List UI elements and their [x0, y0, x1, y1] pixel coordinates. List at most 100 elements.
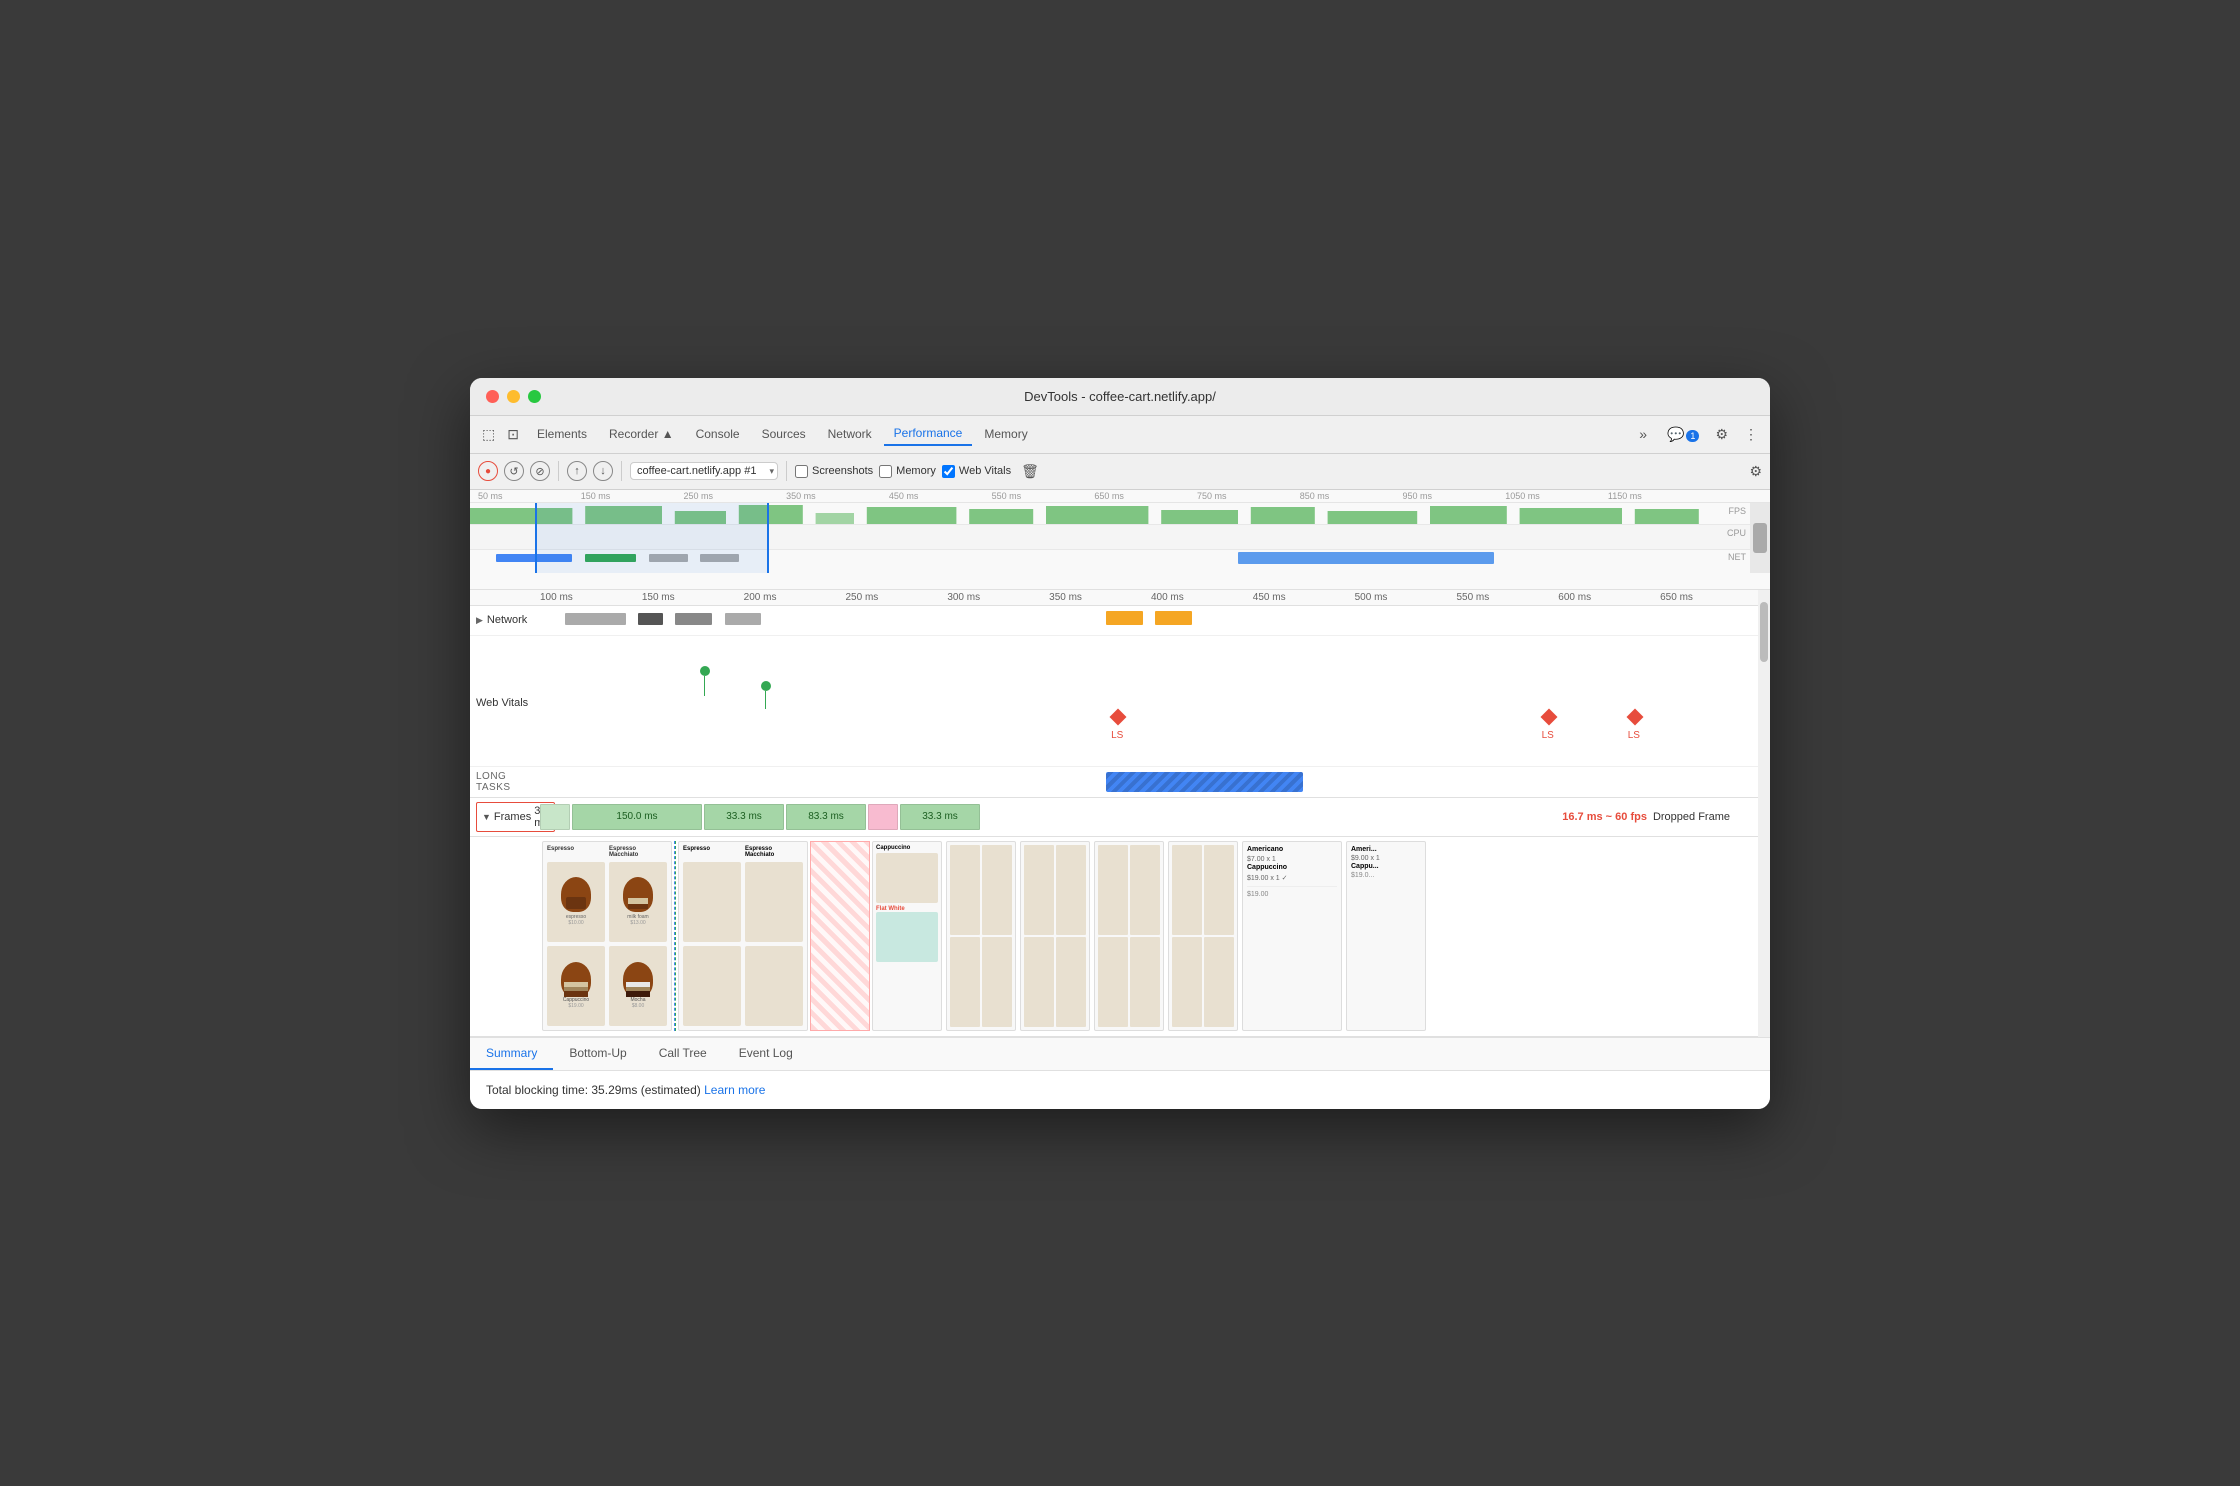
overview-tracks[interactable]: FPS CPU [470, 503, 1770, 573]
device-icon[interactable]: ⊡ [503, 422, 523, 447]
web-vitals-label: Web Vitals [959, 465, 1011, 477]
tab-performance[interactable]: Performance [884, 422, 973, 446]
network-track-content[interactable] [540, 605, 1770, 635]
frames-text: Frames [494, 811, 531, 823]
screenshot-cart2: Ameri... $9.00 x 1 Cappu... $19.0... [1346, 841, 1426, 1031]
frame-seg-3: 33.3 ms [704, 804, 784, 830]
tab-network[interactable]: Network [818, 423, 882, 445]
bottom-tabs: Summary Bottom-Up Call Tree Event Log [470, 1038, 1770, 1071]
long-tasks-content [540, 768, 1770, 796]
close-button[interactable] [486, 390, 499, 403]
tab-console[interactable]: Console [686, 423, 750, 445]
inspect-icon[interactable]: ⬚ [478, 422, 499, 447]
net-detail-bar-6 [1155, 611, 1192, 625]
screenshot-6 [1094, 841, 1164, 1031]
overview-section: 50 ms 150 ms 250 ms 350 ms 450 ms 550 ms… [470, 490, 1770, 590]
web-vitals-checkbox-label[interactable]: Web Vitals [942, 465, 1011, 478]
more-options-icon[interactable]: ⋮ [1740, 422, 1762, 447]
memory-checkbox-label[interactable]: Memory [879, 465, 936, 478]
divider [558, 461, 559, 481]
frames-arrow-icon: ▼ [482, 812, 491, 822]
overview-time-ruler: 50 ms 150 ms 250 ms 350 ms 450 ms 550 ms… [470, 490, 1770, 503]
profile-select-wrap: coffee-cart.netlify.app #1 ▾ [630, 462, 778, 480]
minimize-button[interactable] [507, 390, 520, 403]
marker-dot-2 [761, 681, 771, 709]
ss1-items2: Cappuccino $19.00 Mocha $8.00 [547, 946, 667, 1026]
tab-elements[interactable]: Elements [527, 423, 597, 445]
network-arrow-icon: ▶ [476, 615, 483, 626]
tab-sources[interactable]: Sources [752, 423, 816, 445]
screenshots-track-label [470, 837, 540, 1036]
screenshots-track-content[interactable]: Espresso Espresso Macchiato espresso $10… [540, 837, 1770, 1036]
screenshot-divider-1 [674, 841, 676, 1031]
tabs-list: Elements Recorder ▲ Console Sources Netw… [527, 422, 1631, 446]
tabs-bar: ⬚ ⊡ Elements Recorder ▲ Console Sources … [470, 416, 1770, 454]
dropped-label-text: Dropped Frame [1653, 811, 1730, 823]
chat-badge: 1 [1686, 430, 1699, 442]
tab-bottom-up[interactable]: Bottom-Up [553, 1038, 642, 1070]
net-detail-bar-4 [725, 613, 762, 625]
scrollbar-thumb [1753, 523, 1767, 553]
net-bar-5 [1238, 552, 1494, 564]
tab-event-log[interactable]: Event Log [723, 1038, 809, 1070]
ls-marker-2: LS [1543, 711, 1555, 743]
trash-icon[interactable]: 🗑 [1021, 463, 1039, 480]
ls-marker-3: LS [1629, 711, 1641, 743]
selection-overlay[interactable] [535, 503, 769, 573]
screenshots-checkbox-label[interactable]: Screenshots [795, 465, 873, 478]
tab-summary[interactable]: Summary [470, 1038, 553, 1070]
long-tasks-row: LONG TASKS [470, 767, 1770, 798]
screenshot-1: Espresso Espresso Macchiato espresso $10… [542, 841, 672, 1031]
screenshot-4 [946, 841, 1016, 1031]
web-vitals-track-label: Web Vitals [470, 636, 540, 766]
maximize-button[interactable] [528, 390, 541, 403]
record-button[interactable]: ● [478, 461, 498, 481]
screenshots-checkbox[interactable] [795, 465, 808, 478]
dropped-fps-text: 16.7 ms ~ 60 fps [1562, 811, 1647, 823]
cpu-label: CPU [1727, 528, 1746, 538]
toolbar-gear-icon[interactable]: ⚙ [1749, 463, 1762, 480]
download-button[interactable]: ↓ [593, 461, 613, 481]
frames-row: ▼ Frames 3 ms 150.0 ms 33.3 ms 83.3 ms 3… [470, 798, 1770, 837]
detail-scrollbar[interactable] [1758, 590, 1770, 1037]
net-label: NET [1728, 552, 1746, 562]
screenshot-striped [810, 841, 870, 1031]
traffic-lights [486, 390, 541, 403]
learn-more-link[interactable]: Learn more [704, 1083, 765, 1097]
screenshots-row: Espresso Espresso Macchiato espresso $10… [470, 837, 1770, 1037]
web-vitals-label-text: Web Vitals [476, 697, 528, 709]
ls-marker-1: LS [1112, 711, 1124, 743]
web-vitals-track-row: Web Vitals LS [470, 636, 1770, 767]
chat-icon[interactable]: 💬1 [1663, 422, 1703, 447]
tab-memory[interactable]: Memory [974, 423, 1037, 445]
screenshot-cart: Americano $7.00 x 1 Cappuccino $19.00 x … [1242, 841, 1342, 1031]
frames-label[interactable]: ▼ Frames 3 ms [470, 798, 540, 836]
screenshot-7 [1168, 841, 1238, 1031]
total-blocking-time: Total blocking time: 35.29ms (estimated) [486, 1083, 701, 1097]
settings-icon[interactable]: ⚙ [1711, 422, 1732, 447]
clear-button[interactable]: ⊘ [530, 461, 550, 481]
divider2 [621, 461, 622, 481]
tab-recorder[interactable]: Recorder ▲ [599, 423, 684, 445]
profile-select[interactable]: coffee-cart.netlify.app #1 [630, 462, 778, 480]
tabs-right: 💬1 ⚙ ⋮ [1663, 422, 1762, 447]
more-tabs-button[interactable]: » [1631, 422, 1655, 446]
web-vitals-checkbox[interactable] [942, 465, 955, 478]
overview-scrollbar[interactable] [1750, 503, 1770, 573]
refresh-button[interactable]: ↺ [504, 461, 524, 481]
detail-scrollbar-thumb [1760, 602, 1768, 662]
tab-call-tree[interactable]: Call Tree [643, 1038, 723, 1070]
long-task-bar [1106, 772, 1303, 792]
main-content: 50 ms 150 ms 250 ms 350 ms 450 ms 550 ms… [470, 490, 1770, 1109]
net-detail-bar-1 [565, 613, 627, 625]
upload-button[interactable]: ↑ [567, 461, 587, 481]
memory-checkbox[interactable] [879, 465, 892, 478]
ss1-items: espresso $10.00 milk foam $13.00 [547, 862, 667, 942]
summary-text: Total blocking time: 35.29ms (estimated)… [486, 1083, 1754, 1097]
screenshot-5 [1020, 841, 1090, 1031]
divider3 [786, 461, 787, 481]
frame-seg-2: 150.0 ms [572, 804, 702, 830]
network-track-label[interactable]: ▶ Network [470, 610, 540, 630]
network-label-text: Network [487, 614, 527, 626]
net-detail-bar-2 [638, 613, 663, 625]
